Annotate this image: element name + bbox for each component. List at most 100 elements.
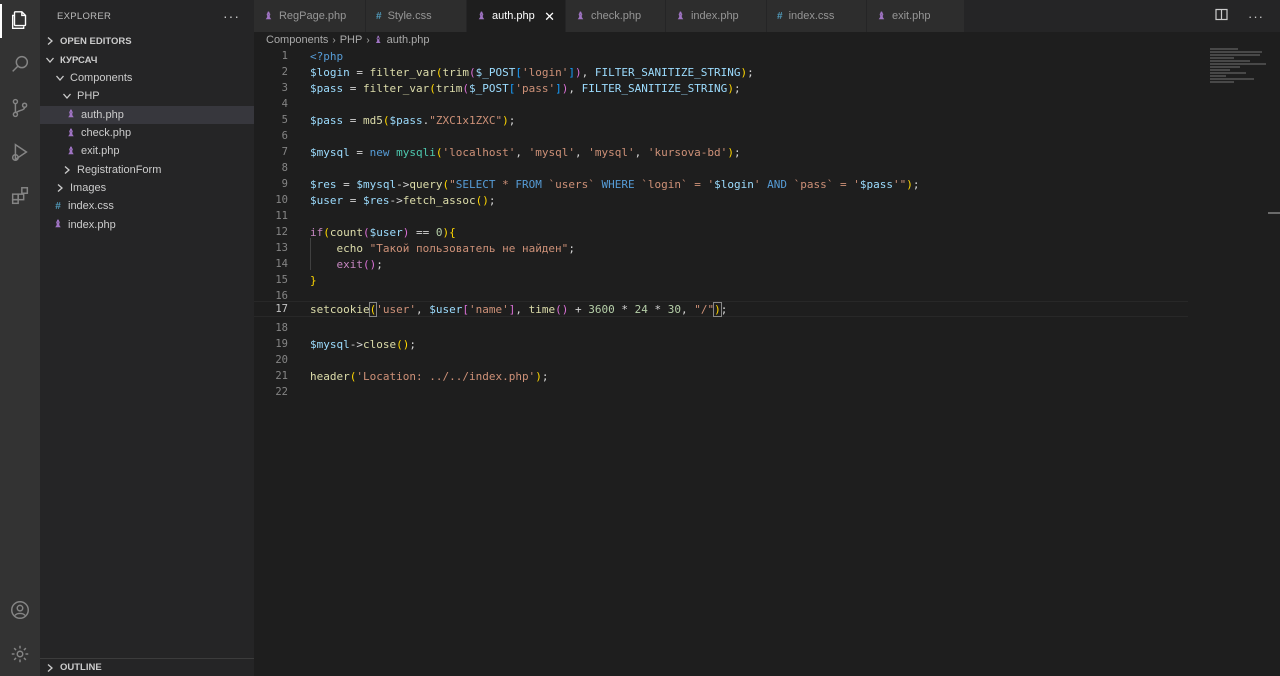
explorer-icon[interactable]: [8, 8, 32, 32]
chevron-right-icon: ›: [332, 34, 336, 46]
minimap[interactable]: [1210, 48, 1270, 88]
more-actions-icon[interactable]: ···: [1248, 9, 1264, 24]
chevron-down-icon: [61, 90, 73, 102]
code-line[interactable]: 5 $pass = md5($pass."ZXC1x1ZXC");: [254, 112, 1188, 128]
code-line[interactable]: 18: [254, 320, 1188, 336]
code-line[interactable]: 20: [254, 352, 1188, 368]
tab-label: exit.php: [891, 10, 931, 22]
activity-bar: [0, 0, 40, 676]
outline-section[interactable]: OUTLINE: [40, 658, 254, 676]
breadcrumb-item[interactable]: auth.php: [387, 34, 430, 46]
tab-index-php[interactable]: ♝ index.php: [666, 0, 767, 32]
line-number: 6: [281, 130, 288, 142]
code-text: setcookie('user', $user['name'], time() …: [310, 301, 728, 317]
explorer-title: EXPLORER: [57, 10, 112, 22]
more-actions-icon[interactable]: ···: [223, 8, 240, 24]
line-number: 4: [281, 98, 288, 110]
code-text: <?php: [310, 49, 344, 63]
tab-exit-php[interactable]: ♝ exit.php: [867, 0, 965, 32]
tree-item-index-php[interactable]: ♝ index.php: [40, 215, 254, 233]
code-text: $user = $res->fetch_assoc();: [310, 193, 496, 207]
tree-item-components[interactable]: Components: [40, 69, 254, 87]
editor-tab-bar: ♝ RegPage.php # Style.css ♝ auth.php ✕ ♝…: [254, 0, 1280, 32]
workspace-label: КУРСАЧ: [60, 54, 98, 66]
line-number: 19: [275, 338, 288, 350]
code-line-current[interactable]: 17 setcookie('user', $user['name'], time(…: [254, 301, 1188, 317]
chevron-right-icon: ›: [366, 34, 370, 46]
tab-style-css[interactable]: # Style.css: [366, 0, 467, 32]
tree-item-auth-php[interactable]: ♝ auth.php: [40, 105, 254, 124]
code-line[interactable]: 15}: [254, 272, 1188, 288]
line-number: 10: [275, 194, 288, 206]
chevron-down-icon: [44, 54, 56, 66]
scrollbar-marker[interactable]: [1268, 212, 1280, 214]
code-line[interactable]: 8: [254, 160, 1188, 176]
tree-item-check-php[interactable]: ♝ check.php: [40, 124, 254, 142]
settings-gear-icon[interactable]: [8, 642, 32, 666]
split-editor-icon[interactable]: [1215, 8, 1228, 24]
tab-check-php[interactable]: ♝ check.php: [566, 0, 666, 32]
code-text: $mysql = new mysqli('localhost', 'mysql'…: [310, 145, 741, 159]
code-line[interactable]: 7 $mysql = new mysqli('localhost', 'mysql…: [254, 144, 1188, 160]
close-icon[interactable]: ✕: [544, 9, 555, 25]
css-file-icon: #: [55, 200, 61, 212]
run-debug-icon[interactable]: [8, 140, 32, 164]
tree-item-images[interactable]: Images: [40, 179, 254, 197]
account-icon[interactable]: [8, 598, 32, 622]
code-line[interactable]: 2 $login = filter_var(trim($_POST['login'…: [254, 64, 1188, 80]
tree-item-label: index.css: [68, 200, 114, 213]
tab-label: check.php: [590, 10, 642, 22]
tree-item-exit-php[interactable]: ♝ exit.php: [40, 142, 254, 160]
chevron-right-icon: [44, 35, 56, 47]
code-line[interactable]: 22: [254, 384, 1188, 400]
line-number: 21: [275, 370, 288, 382]
php-file-icon: ♝: [66, 145, 76, 157]
tab-label: auth.php: [491, 10, 535, 22]
code-text: $res = $mysql->query("SELECT * FROM `use…: [310, 177, 920, 191]
php-file-icon: ♝: [373, 34, 383, 46]
code-line[interactable]: 9 $res = $mysql->query("SELECT * FROM `us…: [254, 176, 1188, 192]
code-line[interactable]: 4: [254, 96, 1188, 112]
tree-item-php-folder[interactable]: PHP: [40, 87, 254, 105]
line-number: 12: [275, 226, 288, 238]
explorer-header: EXPLORER ···: [40, 0, 254, 32]
tree-item-label: Components: [70, 72, 133, 85]
tree-item-label: PHP: [77, 90, 100, 103]
tree-item-registrationform[interactable]: RegistrationForm: [40, 160, 254, 178]
editor-actions: ···: [1215, 0, 1280, 32]
tab-label: Style.css: [387, 10, 432, 22]
source-control-icon[interactable]: [8, 96, 32, 120]
code-line[interactable]: 21 header('Location: ../../index.php');: [254, 368, 1188, 384]
active-indicator: [0, 4, 2, 38]
code-line[interactable]: 11: [254, 208, 1188, 224]
chevron-right-icon: [61, 164, 73, 176]
php-file-icon: ♝: [576, 10, 585, 22]
breadcrumb-item[interactable]: PHP: [340, 34, 363, 46]
outline-label: OUTLINE: [60, 662, 102, 673]
code-line[interactable]: 12 if(count($user) == 0){: [254, 224, 1188, 240]
open-editors-section[interactable]: OPEN EDITORS: [40, 32, 254, 50]
line-number: 14: [275, 258, 288, 270]
code-text: if(count($user) == 0){: [310, 225, 456, 239]
tab-label: RegPage.php: [278, 10, 347, 22]
code-line[interactable]: 14 exit();: [254, 256, 1188, 272]
code-line[interactable]: 6: [254, 128, 1188, 144]
php-file-icon: ♝: [66, 109, 76, 121]
code-line[interactable]: 10 $user = $res->fetch_assoc();: [254, 192, 1188, 208]
tab-auth-php[interactable]: ♝ auth.php ✕: [467, 0, 566, 32]
line-number: 5: [281, 114, 288, 126]
search-icon[interactable]: [8, 52, 32, 76]
tab-regpage-php[interactable]: ♝ RegPage.php: [254, 0, 366, 32]
php-file-icon: ♝: [53, 219, 63, 231]
code-line[interactable]: 13 echo "Такой пользователь не найден";: [254, 240, 1188, 256]
chevron-right-icon: [44, 662, 56, 674]
breadcrumb-item[interactable]: Components: [266, 34, 328, 46]
tab-index-css[interactable]: # index.css: [767, 0, 867, 32]
code-editor[interactable]: 1 <?php 2 $login = filter_var(trim($_POST[…: [254, 48, 1280, 676]
code-line[interactable]: 19 $mysql->close();: [254, 336, 1188, 352]
extensions-icon[interactable]: [8, 184, 32, 208]
code-line[interactable]: 3 $pass = filter_var(trim($_POST['pass'])…: [254, 80, 1188, 96]
code-line[interactable]: 1 <?php: [254, 48, 1188, 64]
tree-item-index-css[interactable]: # index.css: [40, 197, 254, 215]
workspace-section[interactable]: КУРСАЧ: [40, 51, 254, 69]
